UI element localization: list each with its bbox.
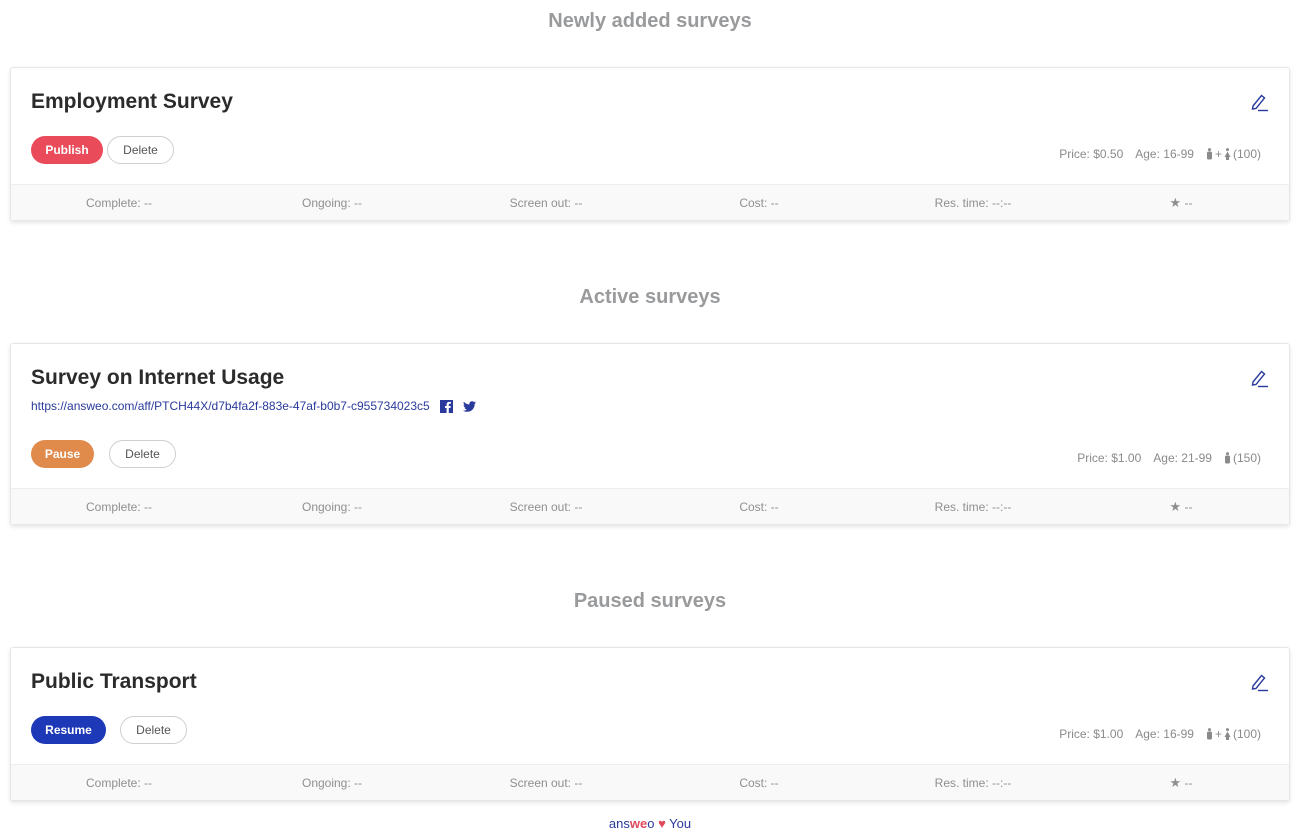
stat-ongoing: Ongoing: -- (301, 776, 363, 790)
survey-meta: Price: $0.50 Age: 16-99 + (100) (1059, 147, 1261, 161)
female-icon (1224, 148, 1231, 160)
audience-label: + (100) (1206, 147, 1261, 161)
survey-card-internet-usage: Survey on Internet Usage https://answeo.… (10, 343, 1290, 525)
price-label: Price: $1.00 (1077, 451, 1142, 465)
edit-icon[interactable] (1249, 672, 1269, 692)
stat-cost: Cost: -- (739, 776, 779, 790)
female-icon (1224, 728, 1231, 740)
rating-value: -- (1184, 500, 1193, 514)
stat-res-time: Res. time: --:-- (934, 500, 1012, 514)
price-label: Price: $1.00 (1059, 727, 1124, 741)
stat-complete: Complete: -- (85, 196, 153, 210)
plus-sign: + (1214, 727, 1222, 741)
stat-res-time: Res. time: --:-- (934, 776, 1012, 790)
male-icon (1206, 728, 1212, 740)
twitter-icon[interactable] (462, 400, 476, 413)
pause-button[interactable]: Pause (31, 440, 94, 468)
footer-suffix: You (669, 816, 692, 831)
stat-rating: ★ -- (1170, 765, 1193, 801)
brand-part-2: we (629, 816, 648, 831)
male-icon (1206, 148, 1212, 160)
stat-cost: Cost: -- (739, 196, 779, 210)
audience-count: (100) (1232, 147, 1261, 161)
stat-ongoing: Ongoing: -- (301, 196, 363, 210)
edit-icon[interactable] (1249, 92, 1269, 112)
heart-icon: ♥ (658, 816, 666, 831)
delete-button[interactable]: Delete (107, 136, 174, 164)
survey-link-row: https://answeo.com/aff/PTCH44X/d7b4fa2f-… (31, 399, 476, 413)
survey-card-public-transport: Public Transport Resume Delete Price: $1… (10, 647, 1290, 801)
age-label: Age: 16-99 (1135, 147, 1194, 161)
stat-ongoing: Ongoing: -- (301, 500, 363, 514)
stat-rating: ★ -- (1170, 489, 1193, 525)
survey-title: Employment Survey (31, 90, 233, 113)
delete-button[interactable]: Delete (109, 440, 176, 468)
edit-icon[interactable] (1249, 368, 1269, 388)
survey-meta: Price: $1.00 Age: 21-99 (150) (1077, 451, 1261, 465)
section-heading-newly-added: Newly added surveys (548, 10, 752, 32)
section-heading-active: Active surveys (579, 286, 721, 308)
survey-stats-bar: Complete: -- Ongoing: -- Screen out: -- … (11, 184, 1289, 220)
price-label: Price: $0.50 (1059, 147, 1124, 161)
survey-stats-bar: Complete: -- Ongoing: -- Screen out: -- … (11, 764, 1289, 800)
stat-screen-out: Screen out: -- (509, 500, 583, 514)
publish-button[interactable]: Publish (31, 136, 103, 164)
stat-screen-out: Screen out: -- (509, 196, 583, 210)
age-label: Age: 21-99 (1153, 451, 1212, 465)
audience-label: (150) (1224, 451, 1261, 465)
section-heading-paused: Paused surveys (573, 590, 727, 612)
star-icon: ★ (1169, 499, 1182, 514)
stat-cost: Cost: -- (739, 500, 779, 514)
stat-rating: ★ -- (1170, 185, 1193, 221)
facebook-icon[interactable] (439, 399, 453, 413)
age-label: Age: 16-99 (1135, 727, 1194, 741)
star-icon: ★ (1169, 195, 1182, 210)
survey-card-employment: Employment Survey Publish Delete Price: … (10, 67, 1290, 221)
rating-value: -- (1184, 196, 1193, 210)
plus-sign: + (1214, 147, 1222, 161)
resume-button[interactable]: Resume (31, 716, 106, 744)
audience-count: (150) (1232, 451, 1261, 465)
survey-title: Public Transport (31, 670, 197, 693)
survey-title: Survey on Internet Usage (31, 366, 285, 389)
stat-res-time: Res. time: --:-- (934, 196, 1012, 210)
survey-meta: Price: $1.00 Age: 16-99 + (100) (1059, 727, 1261, 741)
survey-share-link[interactable]: https://answeo.com/aff/PTCH44X/d7b4fa2f-… (31, 399, 430, 413)
star-icon: ★ (1169, 775, 1182, 790)
male-icon (1224, 452, 1230, 464)
survey-stats-bar: Complete: -- Ongoing: -- Screen out: -- … (11, 488, 1289, 524)
audience-count: (100) (1232, 727, 1261, 741)
stat-complete: Complete: -- (85, 500, 153, 514)
stat-screen-out: Screen out: -- (509, 776, 583, 790)
audience-label: + (100) (1206, 727, 1261, 741)
stat-complete: Complete: -- (85, 776, 153, 790)
rating-value: -- (1184, 776, 1193, 790)
footer: answeo ♥ You (0, 816, 1300, 831)
brand-part-1: ans (608, 816, 630, 831)
brand-part-3: o (647, 816, 655, 831)
delete-button[interactable]: Delete (120, 716, 187, 744)
